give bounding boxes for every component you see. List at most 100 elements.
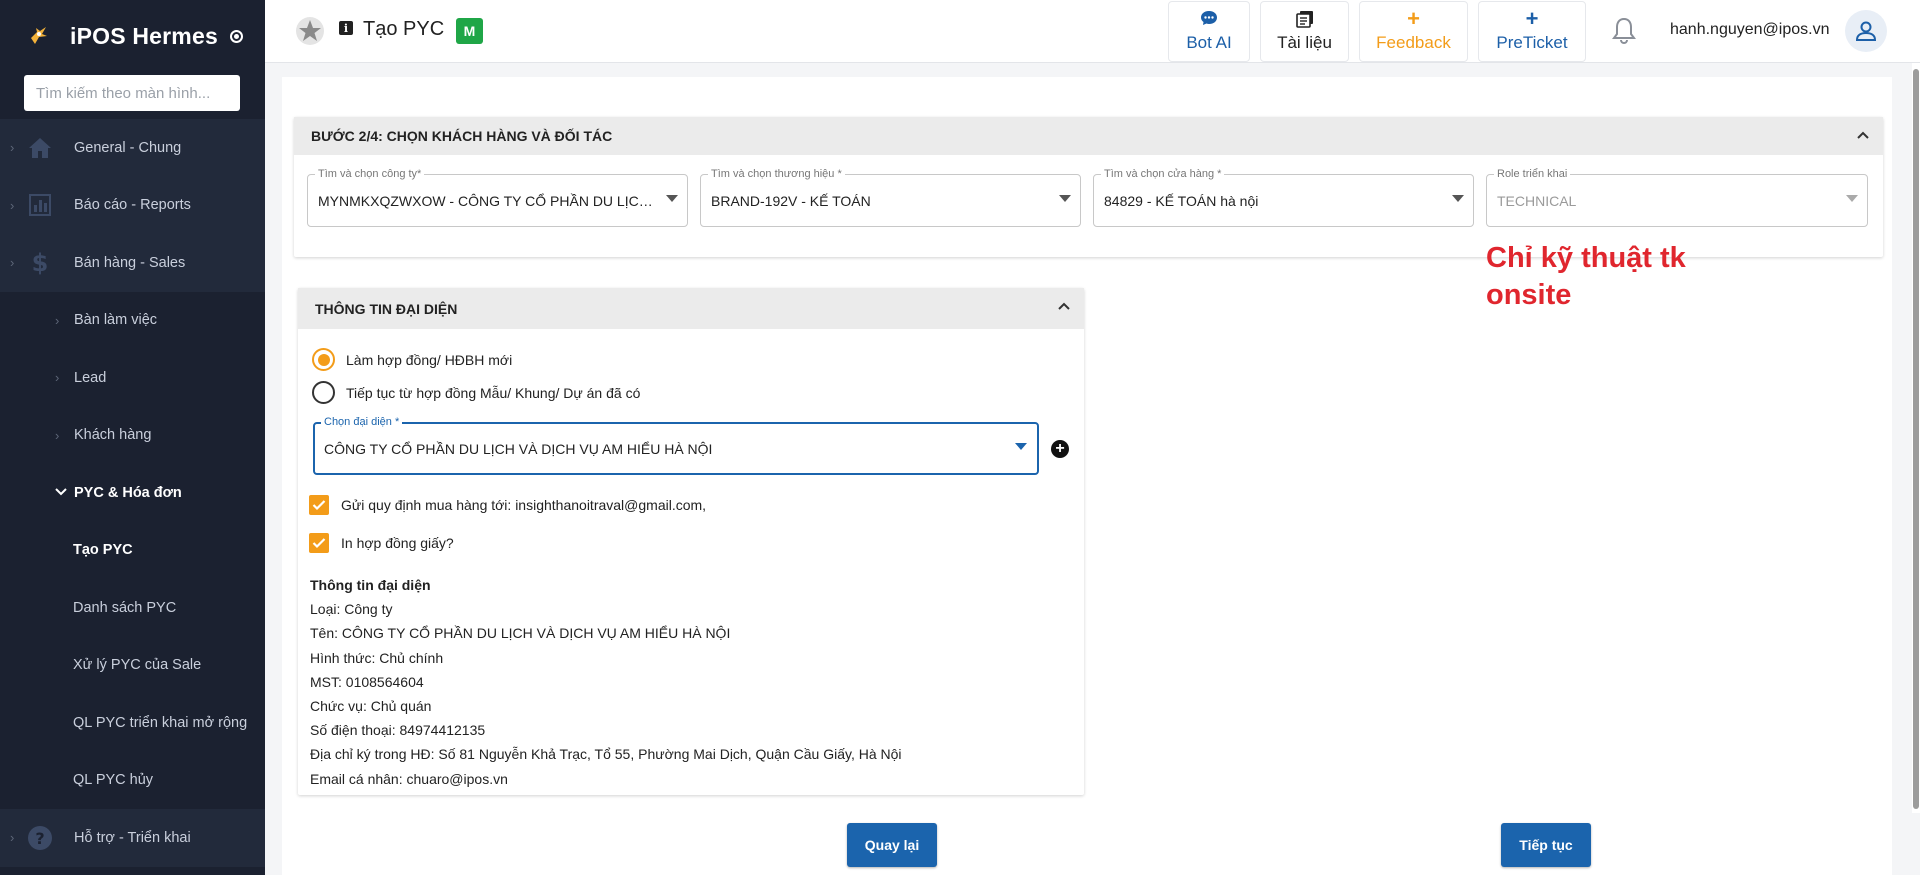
radio-new-contract[interactable]: Làm hợp đồng/ HĐBH mới — [312, 348, 512, 371]
checkbox-checked-icon[interactable] — [309, 533, 329, 553]
scrollbar-thumb[interactable] — [1913, 69, 1919, 809]
sidebar-item-label: Lead — [74, 369, 107, 386]
chevron-up-icon[interactable] — [1056, 298, 1072, 314]
favorite-star-icon[interactable] — [295, 16, 325, 46]
chevron-right-icon: › — [10, 197, 15, 213]
scrollbar[interactable] — [1912, 63, 1920, 813]
sidebar-item-reports[interactable]: › Báo cáo - Reports — [0, 176, 265, 234]
info-form: Hình thức: Chủ chính — [310, 649, 444, 666]
sidebar-item-label: Báo cáo - Reports — [74, 197, 191, 214]
field-value: TECHNICAL — [1497, 193, 1577, 209]
field-label: Role triển khai — [1494, 168, 1571, 180]
sidebar-item-label: General - Chung — [74, 139, 182, 156]
preticket-button[interactable]: + PreTicket — [1478, 1, 1586, 62]
info-email: Email cá nhân: chuaro@ipos.vn — [310, 770, 508, 787]
sidebar-item-expansion-pyc[interactable]: QL PYC triển khai mở rộng — [0, 694, 265, 752]
sidebar-search-input[interactable] — [24, 75, 240, 111]
sidebar-item-label: Tạo PYC — [73, 542, 133, 559]
role-select: Role triển khai TECHNICAL — [1486, 168, 1868, 227]
user-avatar-icon[interactable] — [1845, 10, 1887, 52]
dropdown-arrow-icon[interactable] — [1059, 195, 1071, 202]
sidebar-item-pyc-list[interactable]: Danh sách PYC — [0, 579, 265, 637]
chevron-down-icon — [55, 485, 67, 500]
dropdown-arrow-icon — [1846, 195, 1858, 202]
feedback-button[interactable]: + Feedback — [1359, 1, 1468, 62]
radio-label: Tiếp tục từ hợp đồng Mẫu/ Khung/ Dự án đ… — [346, 384, 641, 401]
checkbox-label: In hợp đồng giấy? — [341, 535, 454, 551]
svg-text:$: $ — [32, 250, 48, 276]
sidebar-item-create-pyc[interactable]: Tạo PYC — [0, 521, 265, 579]
topbar: i Tạo PYC M Bot AI Tài liệu + Feedback +… — [265, 0, 1920, 63]
radio-unchecked-icon[interactable] — [312, 381, 335, 404]
info-tax-code: MST: 0108564604 — [310, 673, 424, 690]
representative-header[interactable]: THÔNG TIN ĐẠI DIỆN — [298, 288, 1084, 329]
sidebar-item-label: Danh sách PYC — [73, 599, 177, 616]
chevron-right-icon: › — [10, 140, 15, 156]
plus-icon: + — [1407, 6, 1420, 31]
annotation-line: Chỉ kỹ thuật tk — [1486, 242, 1686, 274]
checkbox-send-policy[interactable]: Gửi quy định mua hàng tới: insighthanoit… — [309, 495, 706, 515]
next-button[interactable]: Tiếp tục — [1501, 823, 1591, 867]
sidebar-item-label: Khách hàng — [74, 427, 152, 444]
mode-badge[interactable]: M — [456, 18, 483, 44]
field-label: Tìm và chọn công ty* — [315, 168, 425, 180]
sidebar-item-sale-pyc-processing[interactable]: Xử lý PYC của Sale — [0, 636, 265, 694]
sidebar-item-customers[interactable]: › Khách hàng — [0, 406, 265, 464]
svg-text:?: ? — [35, 829, 44, 848]
sidebar-item-label: Bán hàng - Sales — [74, 254, 186, 271]
checkbox-checked-icon[interactable] — [309, 495, 329, 515]
chevron-up-icon[interactable] — [1855, 127, 1871, 143]
company-select[interactable]: Tìm và chọn công ty* MYNMKXQZWXOW - CÔNG… — [307, 168, 688, 227]
sidebar-item-sales[interactable]: › $ Bán hàng - Sales — [0, 234, 265, 292]
store-select[interactable]: Tìm và chọn cửa hàng * 84829 - KẾ TOÁN h… — [1093, 168, 1474, 227]
step-header[interactable]: BƯỚC 2/4: CHỌN KHÁCH HÀNG VÀ ĐỐI TÁC — [294, 117, 1883, 155]
documents-button[interactable]: Tài liệu — [1260, 1, 1349, 62]
sidebar-item-cancelled-pyc[interactable]: QL PYC hủy — [0, 751, 265, 809]
checkbox-paper-contract[interactable]: In hợp đồng giấy? — [309, 533, 454, 553]
field-value: CÔNG TY CỔ PHẦN DU LỊCH VÀ DỊCH VỤ AM HI… — [324, 441, 713, 457]
sidebar-item-general[interactable]: › General - Chung — [0, 119, 265, 177]
page-title: Tạo PYC — [363, 18, 445, 40]
dropdown-arrow-icon[interactable] — [1015, 443, 1027, 450]
annotation-line: onsite — [1486, 279, 1572, 311]
sidebar-item-workspace[interactable]: › Bàn làm việc — [0, 291, 265, 349]
app-title: iPOS Hermes — [70, 22, 218, 49]
radio-checked-icon[interactable] — [312, 348, 335, 371]
add-representative-icon[interactable]: + — [1051, 440, 1069, 458]
info-icon[interactable]: i — [339, 21, 353, 35]
step-card: BƯỚC 2/4: CHỌN KHÁCH HÀNG VÀ ĐỐI TÁC Tìm… — [294, 117, 1883, 257]
field-label: Tìm và chọn thương hiệu * — [708, 168, 845, 180]
radio-label: Làm hợp đồng/ HĐBH mới — [346, 351, 513, 368]
back-button[interactable]: Quay lại — [847, 823, 937, 867]
sidebar-item-label: Xử lý PYC của Sale — [73, 657, 202, 674]
sidebar-brand[interactable]: iPOS Hermes — [0, 0, 265, 72]
dollar-icon: $ — [27, 250, 53, 276]
dropdown-arrow-icon[interactable] — [1452, 195, 1464, 202]
sidebar-item-support[interactable]: › ? Hỗ trợ - Triển khai — [0, 809, 265, 867]
representative-info: Thông tin đại diện Loại: Công ty Tên: CÔ… — [310, 573, 902, 791]
bot-ai-button[interactable]: Bot AI — [1168, 1, 1250, 62]
sidebar-item-lead[interactable]: › Lead — [0, 349, 265, 407]
sidebar-item-pyc-invoices[interactable]: PYC & Hóa đơn — [0, 464, 265, 522]
help-icon: ? — [27, 825, 53, 851]
field-value: MYNMKXQZWXOW - CÔNG TY CỔ PHẦN DU LỊCH V… — [318, 193, 657, 209]
chevron-right-icon: › — [10, 830, 15, 846]
representative-select[interactable]: Chọn đại diện * CÔNG TY CỔ PHẦN DU LỊCH … — [313, 416, 1039, 475]
radio-continue-contract[interactable]: Tiếp tục từ hợp đồng Mẫu/ Khung/ Dự án đ… — [312, 381, 640, 404]
chevron-right-icon: › — [55, 370, 60, 386]
preticket-label: PreTicket — [1496, 33, 1568, 52]
user-email[interactable]: hanh.nguyen@ipos.vn — [1670, 21, 1829, 39]
bell-icon[interactable] — [1610, 16, 1638, 46]
sidebar: iPOS Hermes › General - Chung › Báo cáo … — [0, 0, 265, 875]
radio-target-icon[interactable] — [229, 29, 243, 43]
chevron-right-icon: › — [55, 312, 60, 328]
brand-select[interactable]: Tìm và chọn thương hiệu * BRAND-192V - K… — [700, 168, 1081, 227]
main-content: BƯỚC 2/4: CHỌN KHÁCH HÀNG VÀ ĐỐI TÁC Tìm… — [282, 77, 1892, 875]
home-icon — [27, 135, 53, 161]
documents-label: Tài liệu — [1277, 33, 1332, 52]
sidebar-item-label: QL PYC hủy — [73, 772, 154, 789]
sidebar-item-label: Hỗ trợ - Triển khai — [74, 829, 191, 846]
dropdown-arrow-icon[interactable] — [666, 195, 678, 202]
feedback-label: Feedback — [1376, 33, 1451, 52]
chat-icon — [1200, 10, 1218, 30]
